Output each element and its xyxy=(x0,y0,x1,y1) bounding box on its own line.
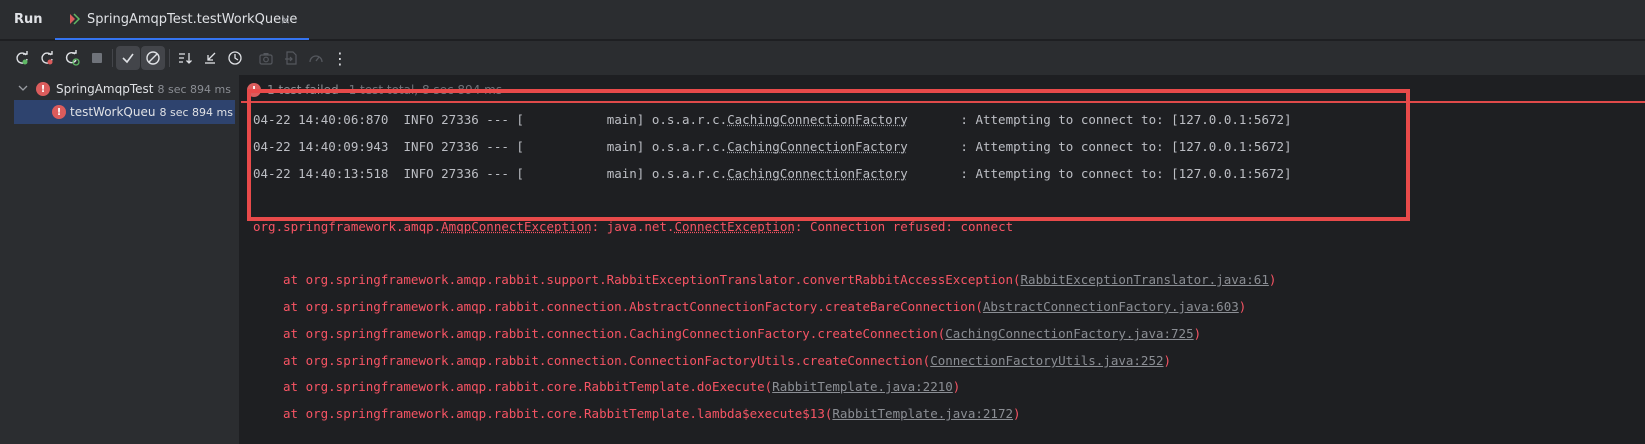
show-ignored-icon[interactable] xyxy=(141,46,165,70)
history-icon[interactable] xyxy=(223,46,247,70)
test-method-name: testWorkQueu xyxy=(70,105,156,119)
tests-total-summary: 1 test total, 8 sec 894 ms xyxy=(348,83,503,97)
test-tree-panel: ! SpringAmqpTest 8 sec 894 ms ! testWork… xyxy=(0,75,240,444)
sort-icon[interactable] xyxy=(173,46,197,70)
console-output[interactable]: ! 1 test failed 1 test total, 8 sec 894 … xyxy=(241,75,1645,444)
rerun-icon[interactable] xyxy=(10,46,34,70)
source-link[interactable]: CachingConnectionFactory.java:725 xyxy=(945,326,1193,341)
stack-trace-line: at org.springframework.amqp.rabbit.core.… xyxy=(283,379,961,394)
annotation-highlight-box xyxy=(247,89,1410,221)
stack-trace-line: at org.springframework.amqp.rabbit.core.… xyxy=(283,406,1021,421)
run-toolbar: ⋮ xyxy=(0,41,1645,75)
error-icon: ! xyxy=(247,83,261,97)
coverage-icon[interactable] xyxy=(304,46,328,70)
export-icon[interactable] xyxy=(279,46,303,70)
toolbar-separator xyxy=(112,49,113,67)
stop-icon[interactable] xyxy=(85,46,109,70)
screenshot-icon[interactable] xyxy=(254,46,278,70)
source-link[interactable]: RabbitExceptionTranslator.java:61 xyxy=(1021,272,1269,287)
tool-window-header: Run SpringAmqpTest.testWorkQueue × xyxy=(0,0,1645,40)
stack-trace-line: at org.springframework.amqp.rabbit.conne… xyxy=(283,299,1247,314)
chevron-down-icon[interactable] xyxy=(18,82,28,96)
show-passed-icon[interactable] xyxy=(116,46,140,70)
error-icon: ! xyxy=(52,105,66,119)
log-line: 04-22 14:40:09:943 INFO 27336 --- [ main… xyxy=(253,139,1292,154)
collapse-icon[interactable] xyxy=(198,46,222,70)
close-icon[interactable]: × xyxy=(280,13,291,28)
annotation-line xyxy=(241,101,1645,103)
log-line: 04-22 14:40:13:518 INFO 27336 --- [ main… xyxy=(253,166,1292,181)
exception-line: org.springframework.amqp.AmqpConnectExce… xyxy=(253,219,1014,234)
test-status-bar: ! 1 test failed 1 test total, 8 sec 894 … xyxy=(247,81,502,99)
more-icon[interactable]: ⋮ xyxy=(328,46,352,70)
source-link[interactable]: AbstractConnectionFactory.java:603 xyxy=(983,299,1239,314)
tests-failed-count: 1 test failed xyxy=(267,83,339,97)
stack-trace-line: at org.springframework.amqp.rabbit.suppo… xyxy=(283,272,1277,287)
run-tool-window-title: Run xyxy=(14,12,43,27)
test-class-time: 8 sec 894 ms xyxy=(157,82,231,96)
error-icon: ! xyxy=(36,82,50,96)
run-tab[interactable]: SpringAmqpTest.testWorkQueue × xyxy=(55,0,309,40)
test-tree-item[interactable]: ! testWorkQueu 8 sec 894 ms xyxy=(14,100,235,124)
source-link[interactable]: RabbitTemplate.java:2210 xyxy=(772,379,953,394)
source-link[interactable]: RabbitTemplate.java:2172 xyxy=(832,406,1013,421)
test-class-name: SpringAmqpTest xyxy=(56,82,154,96)
toolbar-separator xyxy=(169,49,170,67)
source-link[interactable]: ConnectionFactoryUtils.java:252 xyxy=(930,353,1163,368)
test-config-icon xyxy=(70,13,81,25)
toggle-auto-test-icon[interactable] xyxy=(60,46,84,70)
test-tree-root[interactable]: ! SpringAmqpTest 8 sec 894 ms xyxy=(0,77,240,101)
log-line: 04-22 14:40:06:870 INFO 27336 --- [ main… xyxy=(253,112,1292,127)
test-method-time: 8 sec 894 ms xyxy=(159,105,233,119)
rerun-failed-icon[interactable] xyxy=(35,46,59,70)
stack-trace-line: at org.springframework.amqp.rabbit.conne… xyxy=(283,353,1172,368)
stack-trace-line: at org.springframework.amqp.rabbit.conne… xyxy=(283,326,1202,341)
run-tab-title: SpringAmqpTest.testWorkQueue xyxy=(87,11,298,27)
